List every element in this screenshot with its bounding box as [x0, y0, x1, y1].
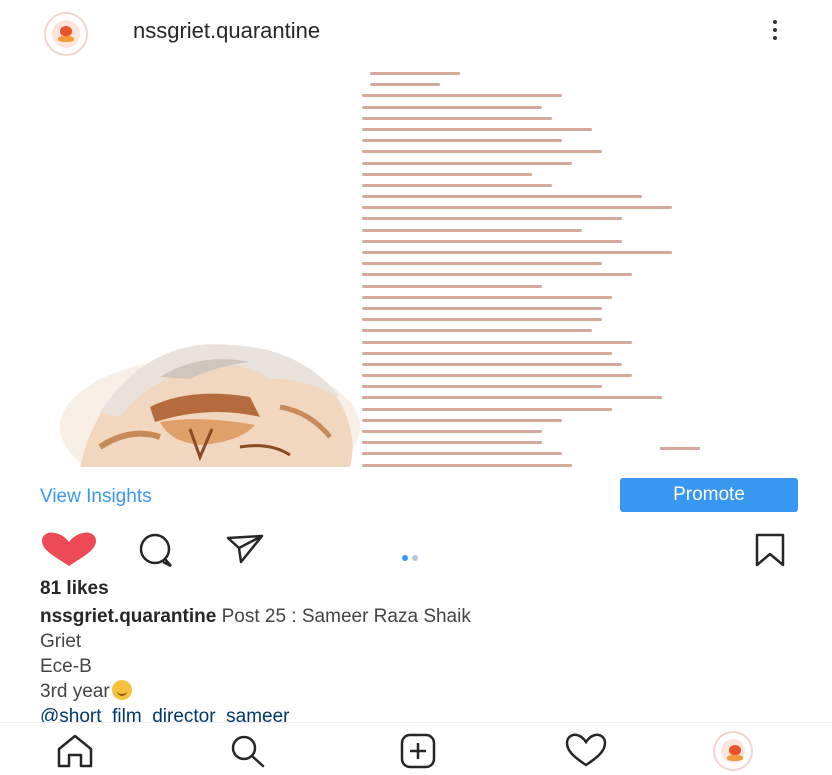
home-icon[interactable] — [55, 733, 95, 769]
promote-button[interactable]: Promote — [620, 478, 798, 512]
activity-heart-icon[interactable] — [564, 733, 608, 769]
poem-line — [362, 158, 782, 169]
poem-line — [362, 191, 782, 202]
smiling-emoji-icon — [111, 680, 132, 700]
post-header: nssgriet.quarantine — [0, 0, 832, 62]
caption-text: Post 25 : Sameer Raza Shaik — [221, 606, 471, 627]
poem-line — [362, 68, 782, 79]
poem-line — [362, 392, 782, 403]
poem-line — [362, 90, 782, 101]
poem-line — [362, 292, 782, 303]
post-image[interactable] — [40, 62, 802, 467]
poem-line — [362, 415, 782, 426]
poem-text-image — [362, 68, 782, 467]
bookmark-icon[interactable] — [752, 532, 788, 568]
poem-line — [362, 258, 782, 269]
profile-avatar[interactable] — [713, 731, 753, 771]
add-post-icon[interactable] — [398, 733, 438, 769]
poem-line — [362, 269, 782, 280]
portrait-illustration — [60, 344, 360, 467]
profile-avatar[interactable] — [44, 12, 88, 56]
caption-line: Ece-B — [40, 656, 92, 677]
search-icon[interactable] — [227, 733, 267, 769]
poem-line — [362, 169, 782, 180]
post-username[interactable]: nssgriet.quarantine — [133, 18, 320, 44]
post-caption: nssgriet.quarantine Post 25 : Sameer Raz… — [40, 604, 810, 729]
caption-username[interactable]: nssgriet.quarantine — [40, 606, 216, 627]
caption-line: Griet — [40, 631, 82, 652]
poem-line — [362, 225, 782, 236]
poem-line — [362, 135, 782, 146]
poem-line — [362, 213, 782, 224]
poem-line — [362, 180, 782, 191]
poem-line — [362, 113, 782, 124]
poem-line — [362, 325, 782, 336]
poem-line — [362, 337, 782, 348]
heart-filled-icon[interactable] — [40, 532, 98, 568]
poem-signature — [660, 447, 700, 450]
poem-line — [362, 460, 782, 467]
poem-line — [362, 124, 782, 135]
poem-line — [362, 247, 782, 258]
poem-line — [362, 236, 782, 247]
comment-icon[interactable] — [135, 532, 175, 568]
poem-line — [362, 404, 782, 415]
poem-line — [362, 281, 782, 292]
poem-line — [362, 359, 782, 370]
share-icon[interactable] — [225, 532, 265, 568]
poem-line — [362, 314, 782, 325]
likes-count[interactable]: 81 likes — [40, 578, 109, 600]
poem-line — [362, 303, 782, 314]
view-insights-link[interactable]: View Insights — [40, 486, 152, 508]
poem-line — [362, 348, 782, 359]
poem-line — [362, 102, 782, 113]
poem-line — [362, 381, 782, 392]
bottom-navigation — [0, 722, 832, 775]
poem-line — [362, 79, 782, 90]
poem-line — [362, 448, 782, 459]
poem-line — [362, 426, 782, 437]
poem-line — [362, 202, 782, 213]
caption-line: 3rd year — [40, 681, 110, 702]
poem-line — [362, 146, 782, 157]
carousel-indicator — [402, 548, 422, 566]
poem-line — [362, 437, 782, 448]
poem-line — [362, 370, 782, 381]
post-actions — [0, 528, 832, 576]
more-vertical-icon[interactable] — [770, 18, 780, 44]
insights-bar: View Insights Promote — [0, 472, 832, 522]
